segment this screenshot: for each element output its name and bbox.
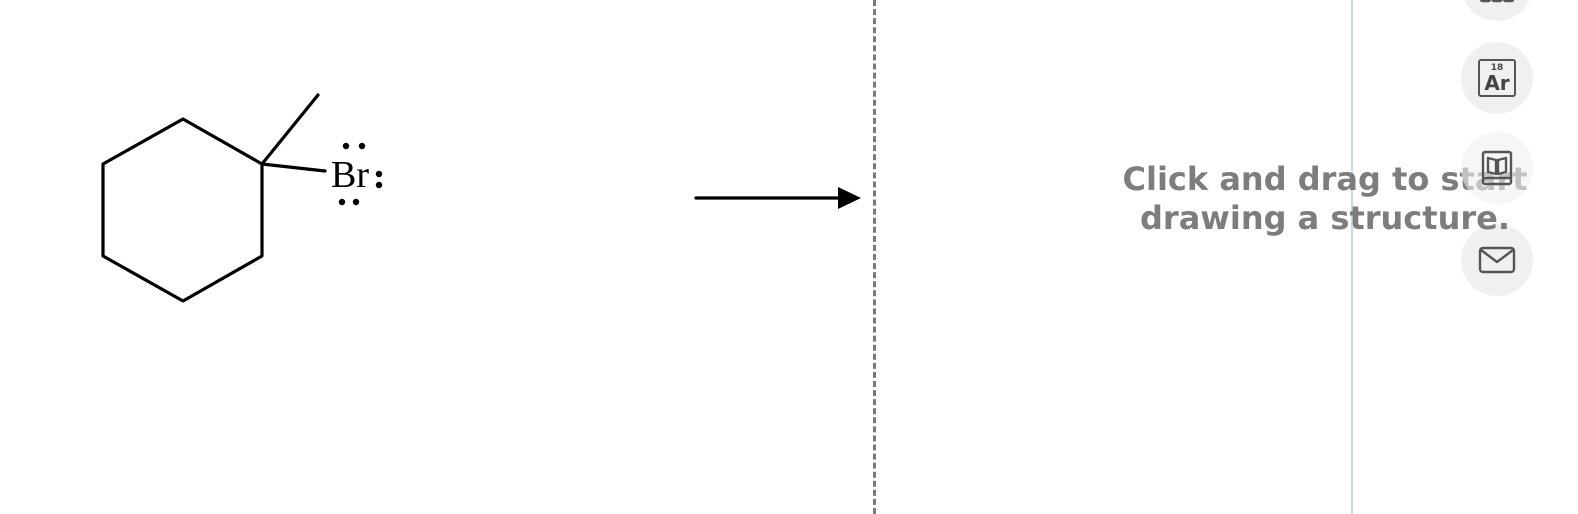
panel-divider bbox=[873, 0, 876, 514]
reactant-drawing-canvas[interactable]: Br bbox=[0, 0, 690, 514]
grid-icon bbox=[1479, 0, 1515, 3]
reference-book-button[interactable] bbox=[1461, 132, 1533, 204]
periodic-table-icon-symbol: Ar bbox=[1484, 71, 1510, 95]
methyl-bond[interactable] bbox=[260, 93, 320, 166]
toolbar-separator bbox=[1351, 0, 1353, 514]
hint-line-2: drawing a structure. bbox=[1140, 199, 1510, 237]
reaction-arrow[interactable] bbox=[690, 180, 870, 216]
mail-icon bbox=[1478, 246, 1516, 274]
grid-tool-button[interactable] bbox=[1461, 0, 1533, 21]
periodic-table-icon: 18 Ar bbox=[1478, 59, 1516, 97]
reaction-drawing-page: Br Click and drag to start drawing a str… bbox=[0, 0, 1578, 514]
c-br-bond[interactable] bbox=[260, 162, 327, 173]
bromine-atom-label[interactable]: Br bbox=[331, 154, 369, 196]
book-icon bbox=[1481, 150, 1513, 186]
periodic-table-button[interactable]: 18 Ar bbox=[1461, 42, 1533, 114]
cyclohexane-ring[interactable] bbox=[101, 117, 264, 303]
